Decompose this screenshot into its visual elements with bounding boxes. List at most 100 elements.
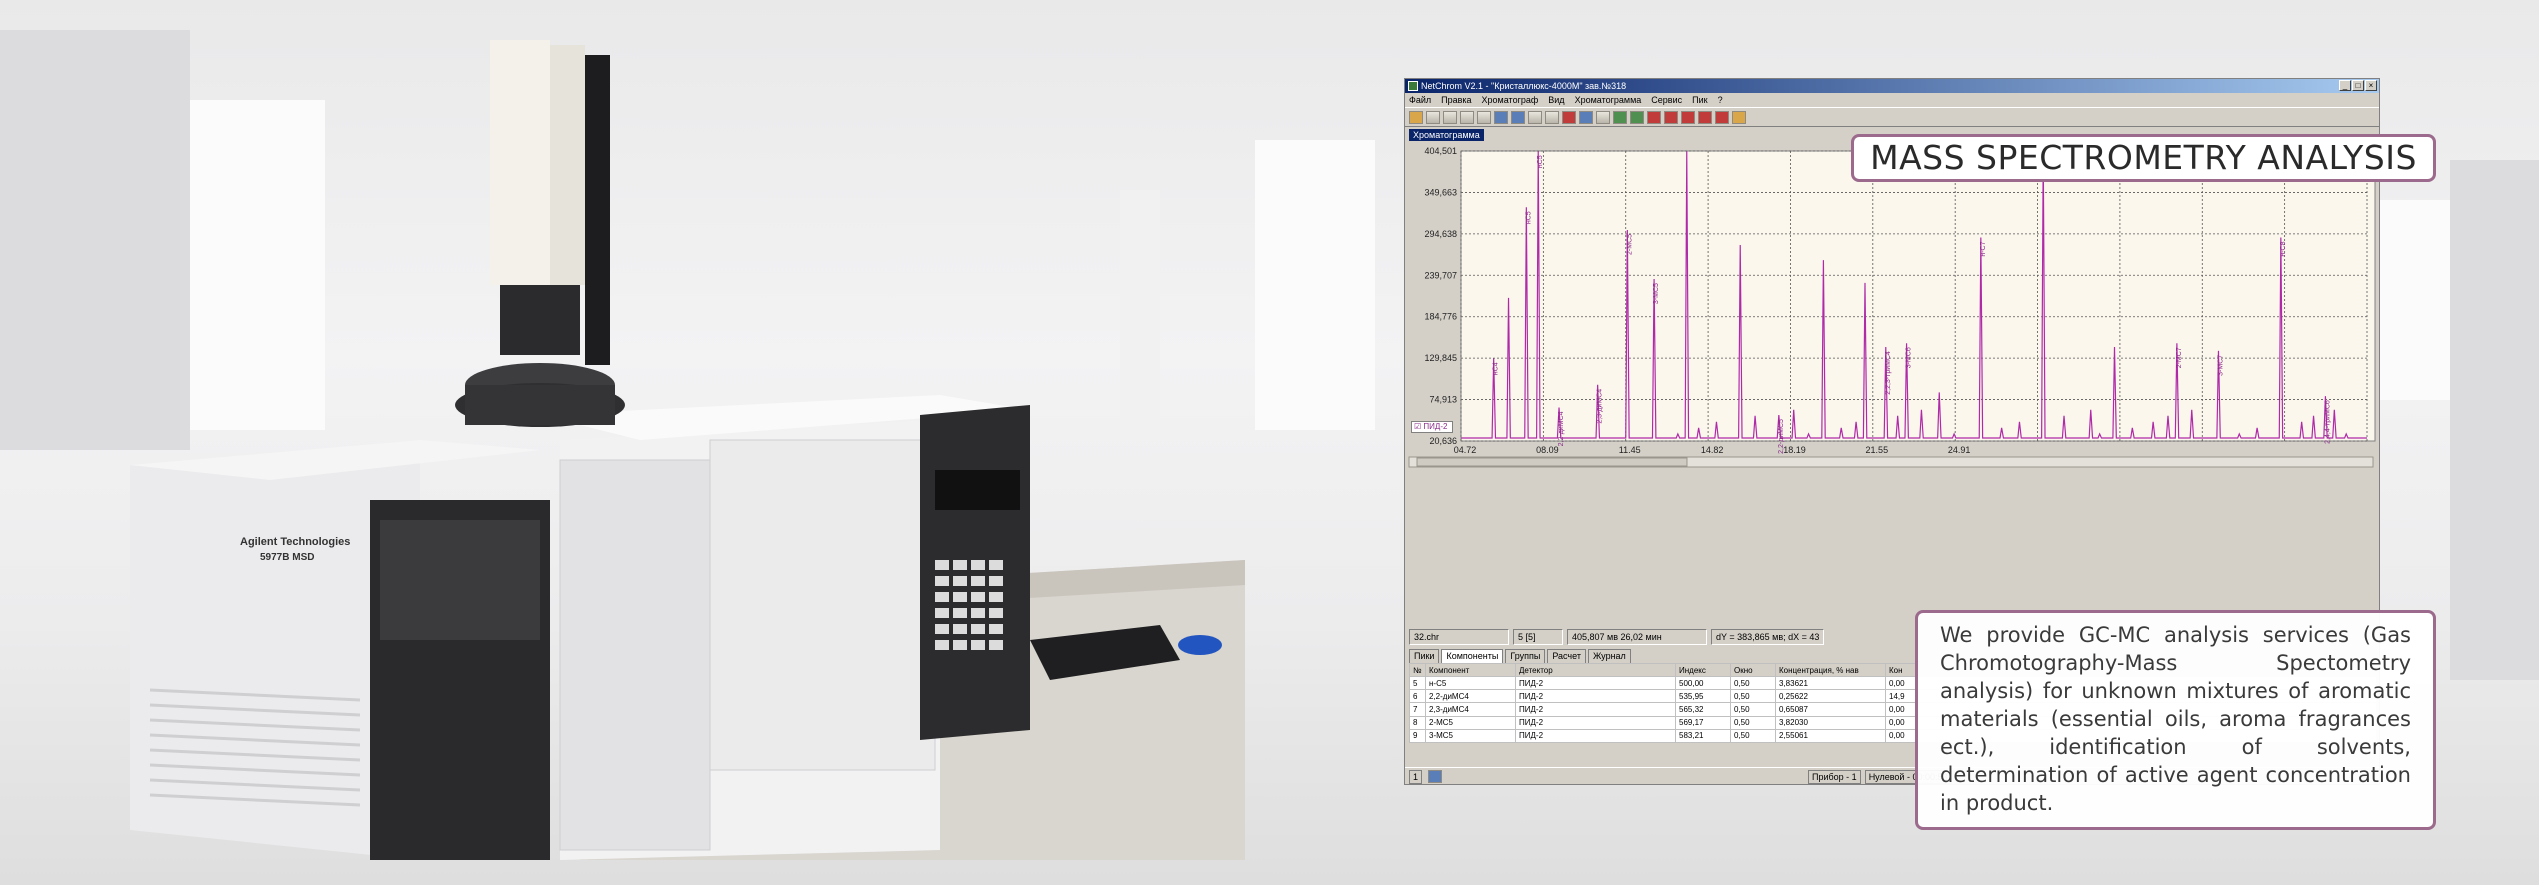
tab-calculation[interactable]: Расчет <box>1547 649 1586 663</box>
device-icon[interactable] <box>1428 770 1443 783</box>
results-tabs: Пики Компоненты Группы Расчет Журнал <box>1409 649 1631 663</box>
cell: 0,50 <box>1730 702 1776 717</box>
page-title: MASS SPECTROMETRY ANALYSIS <box>1851 134 2436 182</box>
x-tick-label: 18.19 <box>1783 445 1806 455</box>
cell: 2,55061 <box>1775 728 1886 744</box>
menu-file[interactable]: Файл <box>1409 93 1431 107</box>
cell: ПИД-2 <box>1515 702 1676 717</box>
peak-label: 3-МС5 <box>1653 283 1660 304</box>
cell: н-С5 <box>1425 675 1516 691</box>
x-tick-label: 14.82 <box>1701 445 1724 455</box>
gc-ms-instrument-photo: Agilent Technologies 5977B MSD <box>130 40 1245 860</box>
peak-label: нС5 <box>1537 155 1544 168</box>
y-tick-label: 129,845 <box>1424 353 1457 363</box>
x-tick-label: 04.72 <box>1454 445 1477 455</box>
table-icon[interactable] <box>1596 110 1610 124</box>
menu-view[interactable]: Вид <box>1548 93 1564 107</box>
y-tick-label: 239,707 <box>1424 270 1457 280</box>
y-tick-label: 74,913 <box>1429 395 1457 405</box>
cell: 5 <box>1409 675 1426 691</box>
cell: 3-МС5 <box>1425 728 1516 744</box>
col-detector[interactable]: Детектор <box>1515 663 1676 677</box>
tab-log[interactable]: Журнал <box>1587 649 1631 663</box>
tab-components[interactable]: Компоненты <box>1441 649 1504 663</box>
cell: 583,21 <box>1675 728 1731 744</box>
window-titlebar: NetChrom V2.1 - "Кристаллюкс-4000М" зав.… <box>1405 79 2379 93</box>
instrument-brand: Agilent Technologies <box>240 536 350 548</box>
peak-label: 2,2-диМС4 <box>1558 411 1565 446</box>
cursor-readout: 405,807 мв 26,02 мин <box>1567 629 1707 645</box>
cell: 0,65087 <box>1775 702 1886 717</box>
peak-label: 3-МС7 <box>2217 355 2224 376</box>
cell: 2,3-диМС4 <box>1425 702 1516 717</box>
cell: 3,82030 <box>1775 715 1886 730</box>
maximize-button[interactable]: □ <box>2352 80 2364 91</box>
menu-peak[interactable]: Пик <box>1692 93 1707 107</box>
copy-icon[interactable] <box>1426 110 1440 124</box>
close-button[interactable]: × <box>2365 80 2377 91</box>
cell: 0,25622 <box>1775 689 1886 704</box>
chromatogram-panel: 404,501 349,663 294,638 239,707 184,776 129,8… <box>1405 145 2379 471</box>
zoom-icon[interactable] <box>1613 110 1627 124</box>
menu-service[interactable]: Сервис <box>1651 93 1682 107</box>
page-indicator: 5 [5] <box>1513 629 1563 645</box>
menu-chromatogram[interactable]: Хроматограмма <box>1575 93 1642 107</box>
app-icon <box>1408 81 1418 91</box>
first-icon[interactable] <box>1664 110 1678 124</box>
menu-help[interactable]: ? <box>1718 93 1723 107</box>
col-window[interactable]: Окно <box>1730 663 1776 677</box>
x-tick-label: 24.91 <box>1948 445 1971 455</box>
service-description: We provide GC-MC analysis services (Gas … <box>1915 610 2436 830</box>
settings-icon[interactable] <box>1732 110 1746 124</box>
x-tick-label: 08.09 <box>1536 445 1559 455</box>
axes-icon[interactable] <box>1630 110 1644 124</box>
cell: 7 <box>1409 702 1426 717</box>
col-index[interactable]: Индекс <box>1675 663 1731 677</box>
next-icon[interactable] <box>1698 110 1712 124</box>
peak-label: нС5 <box>1525 211 1532 224</box>
x-tick-label: 11.45 <box>1619 445 1641 455</box>
detector-checkbox[interactable]: ☑ ПИД-2 <box>1411 421 1453 433</box>
instrument-model: 5977B MSD <box>260 552 314 563</box>
menu-chromatograph[interactable]: Хроматограф <box>1482 93 1539 107</box>
cell: ПИД-2 <box>1515 715 1676 730</box>
col-component[interactable]: Компонент <box>1425 663 1516 677</box>
cell: 2,2-диМС4 <box>1425 689 1516 704</box>
grid-icon[interactable] <box>1579 110 1593 124</box>
integrate-icon[interactable] <box>1528 110 1542 124</box>
last-icon[interactable] <box>1715 110 1729 124</box>
paste-icon[interactable] <box>1443 110 1457 124</box>
delta-readout: dY = 383,865 мв; dX = 43 <box>1711 629 1825 645</box>
y-tick-label: 404,501 <box>1424 146 1457 156</box>
background-wall <box>2450 160 2539 680</box>
sum-icon[interactable] <box>1545 110 1559 124</box>
col-number[interactable]: № <box>1409 663 1426 677</box>
file-name: 32.chr <box>1409 629 1509 645</box>
menu-edit[interactable]: Правка <box>1441 93 1471 107</box>
cell: 9 <box>1409 728 1426 744</box>
delete-icon[interactable] <box>1647 110 1661 124</box>
cell: 0,50 <box>1730 675 1776 691</box>
print-icon[interactable] <box>1477 110 1491 124</box>
peak-label: н-С8 <box>2280 241 2287 256</box>
cell: 8 <box>1409 715 1426 730</box>
chromatogram-chart[interactable]: 404,501 349,663 294,638 239,707 184,776 129,8… <box>1405 145 2380 629</box>
device-status: Прибор - 1 <box>1808 769 1861 784</box>
peak-label: 2-МС7 <box>2176 347 2183 368</box>
peak-label: 2,2-диМС5 <box>1778 419 1785 454</box>
print-preview-icon[interactable] <box>1460 110 1474 124</box>
peak-label: 2,3-диМС4 <box>1597 389 1604 424</box>
monitor-icon[interactable] <box>1511 110 1525 124</box>
filter-icon[interactable] <box>1562 110 1576 124</box>
peak-label: 3-МС6 <box>1906 347 1913 368</box>
cell: ПИД-2 <box>1515 675 1676 691</box>
prev-icon[interactable] <box>1681 110 1695 124</box>
tab-peaks[interactable]: Пики <box>1409 649 1440 663</box>
col-concentration[interactable]: Концентрация, % нав <box>1775 663 1886 677</box>
tab-chromatogram[interactable]: Хроматограмма <box>1409 129 1484 141</box>
detector-label: ПИД-2 <box>1423 422 1448 431</box>
minimize-button[interactable]: _ <box>2339 80 2351 91</box>
chart-icon[interactable] <box>1494 110 1508 124</box>
open-icon[interactable] <box>1409 110 1423 124</box>
tab-groups[interactable]: Группы <box>1505 649 1546 663</box>
